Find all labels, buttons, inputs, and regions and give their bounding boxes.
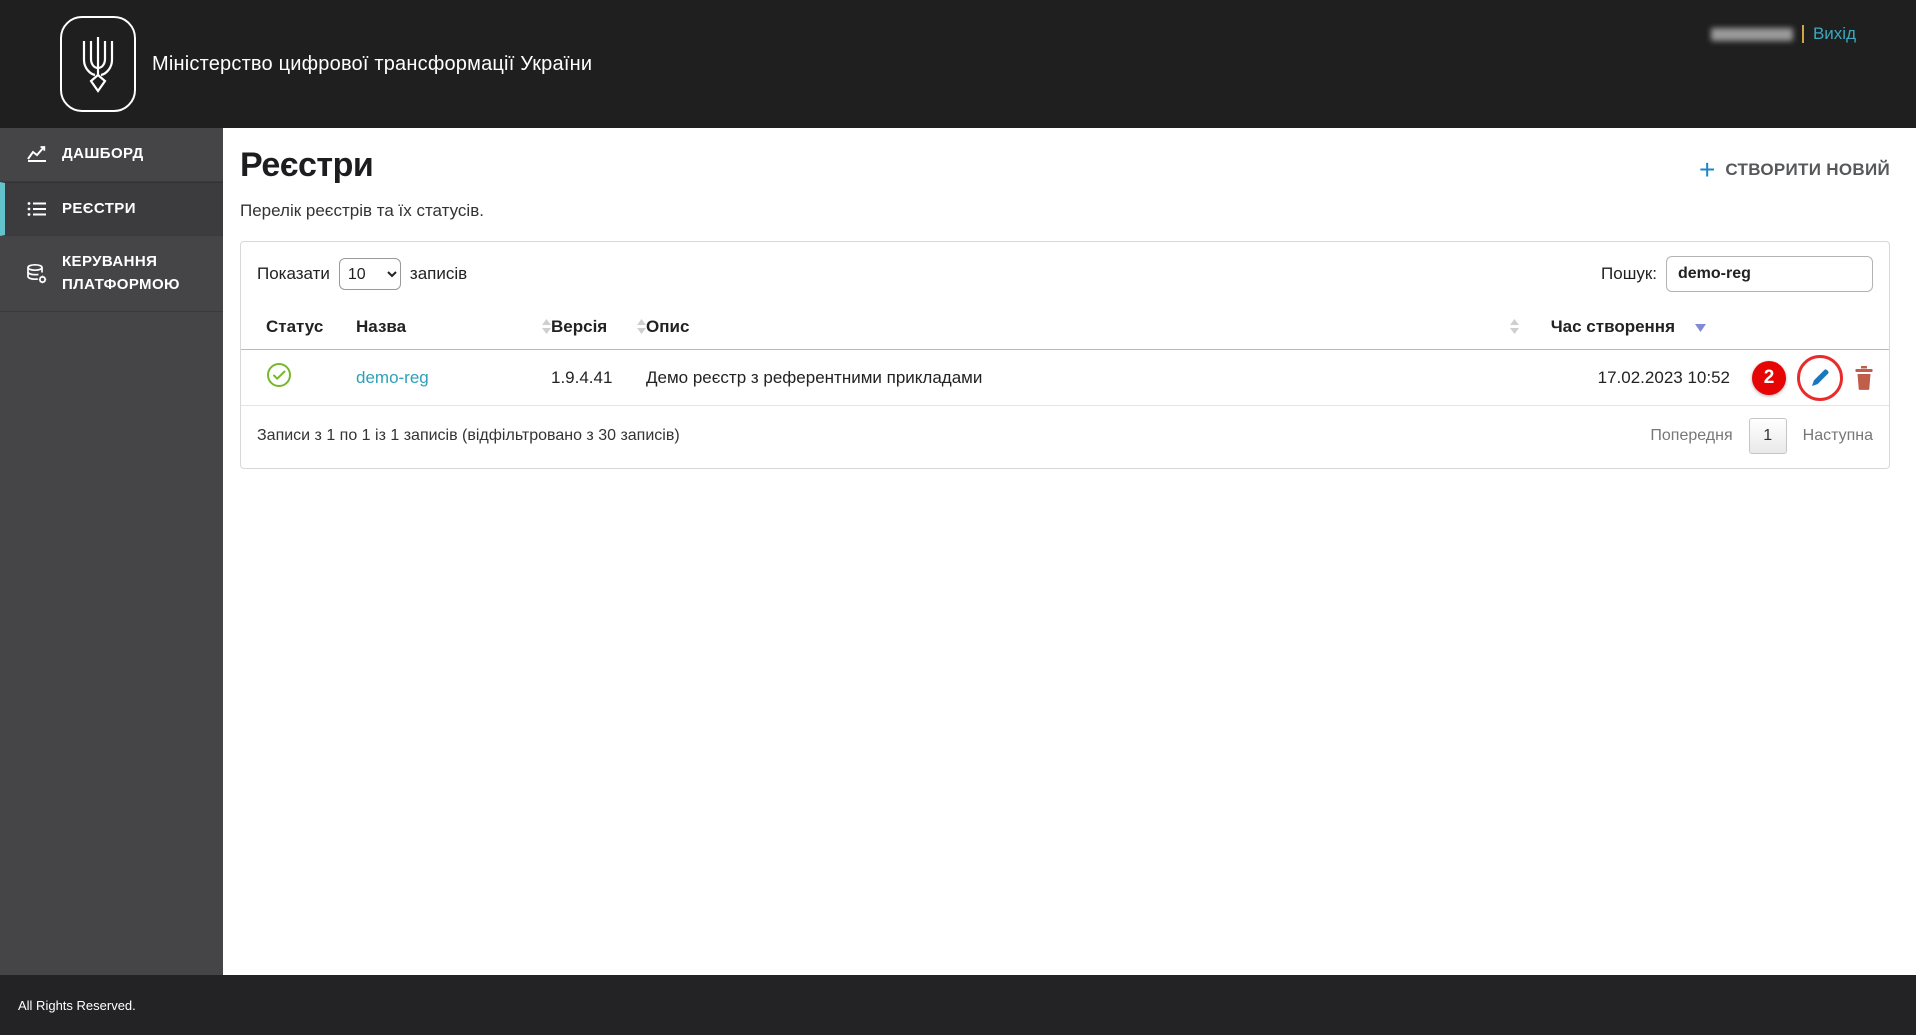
column-header-version[interactable]: Версія [551,317,646,337]
version-cell: 1.9.4.41 [551,367,613,387]
sidebar-item-label: РЕЄСТРИ [62,199,136,217]
table-header-row: Статус Назва Версія Опис Час створення [241,304,1889,350]
table-row: demo-reg 1.9.4.41 Демо реєстр з референт… [241,350,1889,406]
column-header-created[interactable]: Час створення [1519,317,1734,337]
ministry-logo [60,16,136,112]
column-header-status: Статус [266,316,324,336]
sort-both-icon [542,319,551,334]
search-label: Пошук: [1601,264,1657,283]
chart-line-icon [26,145,48,163]
previous-page-button[interactable]: Попередня [1650,427,1732,445]
pagination-bar: Записи з 1 по 1 із 1 записів (відфільтро… [241,406,1889,468]
sidebar-item-label: ДАШБОРД [62,145,144,162]
table-controls: Показати 10 записів Пошук: [241,242,1889,304]
page-title: Реєстри [240,146,374,184]
annotation-step-2-badge: 2 [1752,360,1786,395]
create-new-button[interactable]: + СТВОРИТИ НОВИЙ [1699,154,1890,185]
page-subtitle: Перелік реєстрів та їх статусів. [240,201,484,220]
sidebar-item-dashboard[interactable]: ДАШБОРД [0,128,223,182]
current-page-button[interactable]: 1 [1748,418,1787,454]
top-header-bar: Міністерство цифрової трансформації Укра… [0,0,1916,128]
user-area: Вихід [1710,24,1856,44]
user-separator [1801,25,1804,43]
main-content: Реєстри + СТВОРИТИ НОВИЙ Перелік реєстрі… [223,128,1916,975]
pencil-icon [1812,369,1829,386]
column-header-name[interactable]: Назва [356,317,551,337]
app-title: Міністерство цифрової трансформації Укра… [152,52,593,75]
status-ok-icon [266,362,292,393]
search-control: Пошук: [1601,256,1873,292]
sort-desc-icon [1695,317,1706,337]
sidebar-item-label: КЕРУВАННЯ ПЛАТФОРМОЮ [62,253,180,293]
logout-link[interactable]: Вихід [1813,24,1856,44]
sidebar-nav: ДАШБОРД РЕЄСТРИ КЕРУВАННЯ ПЛАТФОРМОЮ [0,128,223,975]
plus-icon: + [1699,154,1716,185]
annotation-ring [1797,354,1843,401]
created-cell: 17.02.2023 10:52 [1597,367,1730,387]
show-label: Показати [257,264,330,283]
page-header-row: Реєстри + СТВОРИТИ НОВИЙ [240,146,1890,185]
list-icon [26,201,48,217]
registries-table-card: Показати 10 записів Пошук: Статус [240,241,1890,469]
edit-button[interactable] [1809,367,1831,389]
name-cell: demo-reg [356,368,551,388]
sidebar-item-registries[interactable]: РЕЄСТРИ [0,181,223,236]
sort-both-icon [637,319,646,334]
records-label: записів [409,264,468,283]
registry-name-link[interactable]: demo-reg [356,368,429,388]
page-size-select[interactable]: 10 [338,258,401,290]
sort-both-icon [1510,319,1519,334]
column-header-description[interactable]: Опис [646,317,1519,337]
pager-controls: Попередня 1 Наступна [1650,418,1873,454]
page-size-control: Показати 10 записів [257,258,467,290]
description-cell: Демо реєстр з референтними прикладами [646,367,983,387]
next-page-button[interactable]: Наступна [1803,427,1873,445]
footer-bar: All Rights Reserved. [0,975,1916,1035]
status-cell [266,362,356,393]
trash-icon [1855,365,1873,390]
database-gear-icon [26,263,48,285]
sidebar-item-platform-management[interactable]: КЕРУВАННЯ ПЛАТФОРМОЮ [0,236,223,312]
delete-button[interactable] [1854,365,1874,390]
registries-table: Статус Назва Версія Опис Час створення d… [241,304,1889,406]
trident-icon [82,37,114,93]
app-root: Міністерство цифрової трансформації Укра… [0,0,1916,1035]
user-name-redacted [1710,27,1793,41]
create-new-label: СТВОРИТИ НОВИЙ [1725,160,1890,179]
copyright-text: All Rights Reserved. [18,997,136,1013]
search-input[interactable] [1666,256,1873,292]
pagination-info: Записи з 1 по 1 із 1 записів (відфільтро… [257,427,680,444]
actions-cell: 2 [1734,354,1874,401]
